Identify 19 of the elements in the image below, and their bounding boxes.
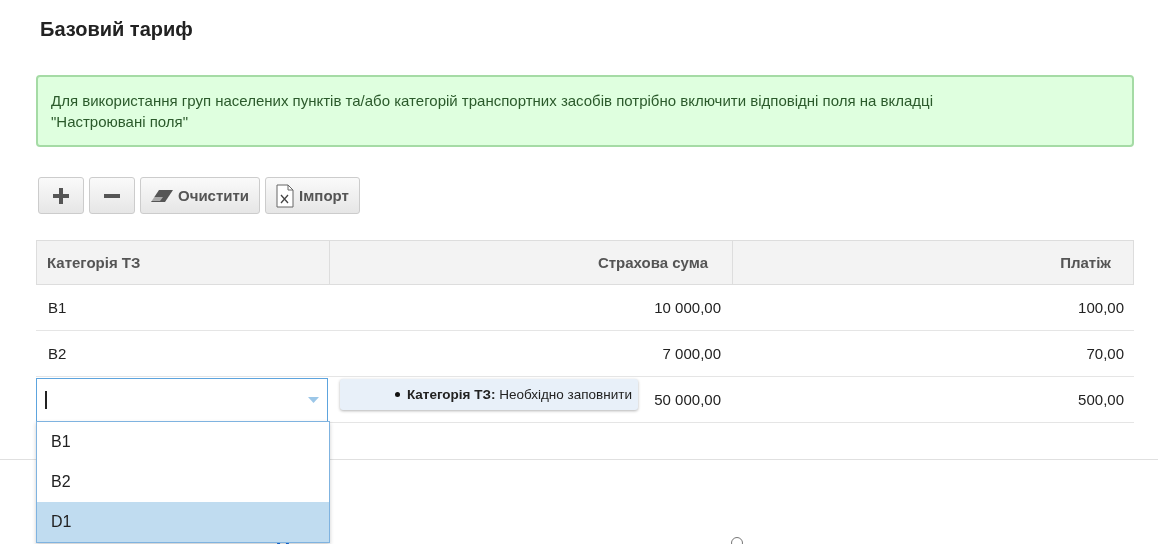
section-title: Базовий тариф (40, 17, 194, 42)
table-cell: 70,00 (1086, 345, 1124, 362)
dropdown-option[interactable]: B1 (37, 422, 329, 462)
table-cell: 100,00 (1078, 299, 1124, 316)
import-button[interactable]: Імпорт (265, 177, 360, 214)
column-header[interactable]: Категорія ТЗ (37, 241, 329, 284)
clear-button[interactable]: Очистити (140, 177, 261, 214)
table-cell: B1 (48, 299, 67, 316)
table-cell: B2 (48, 345, 67, 362)
table-cell: 50 000,00 (654, 391, 721, 408)
column-header[interactable]: Платіж (732, 241, 1135, 284)
info-alert: Для використання груп населених пунктів та/або категорій транспортних засобів потрібно включити відповідні поля на вкладці "Настроювані поля" (36, 75, 1134, 147)
column-header[interactable]: Страхова сума (329, 241, 732, 284)
dropdown-option[interactable]: B2 (37, 462, 329, 502)
table-row[interactable]: B1 10 000,00 100,00 (36, 285, 1134, 331)
table-cell: 10 000,00 (654, 299, 721, 316)
table-cell: 7 000,00 (662, 345, 721, 362)
table-cell: 500,00 (1078, 391, 1124, 408)
validation-message: Категорія ТЗ: Необхідно заповнити (406, 387, 632, 402)
